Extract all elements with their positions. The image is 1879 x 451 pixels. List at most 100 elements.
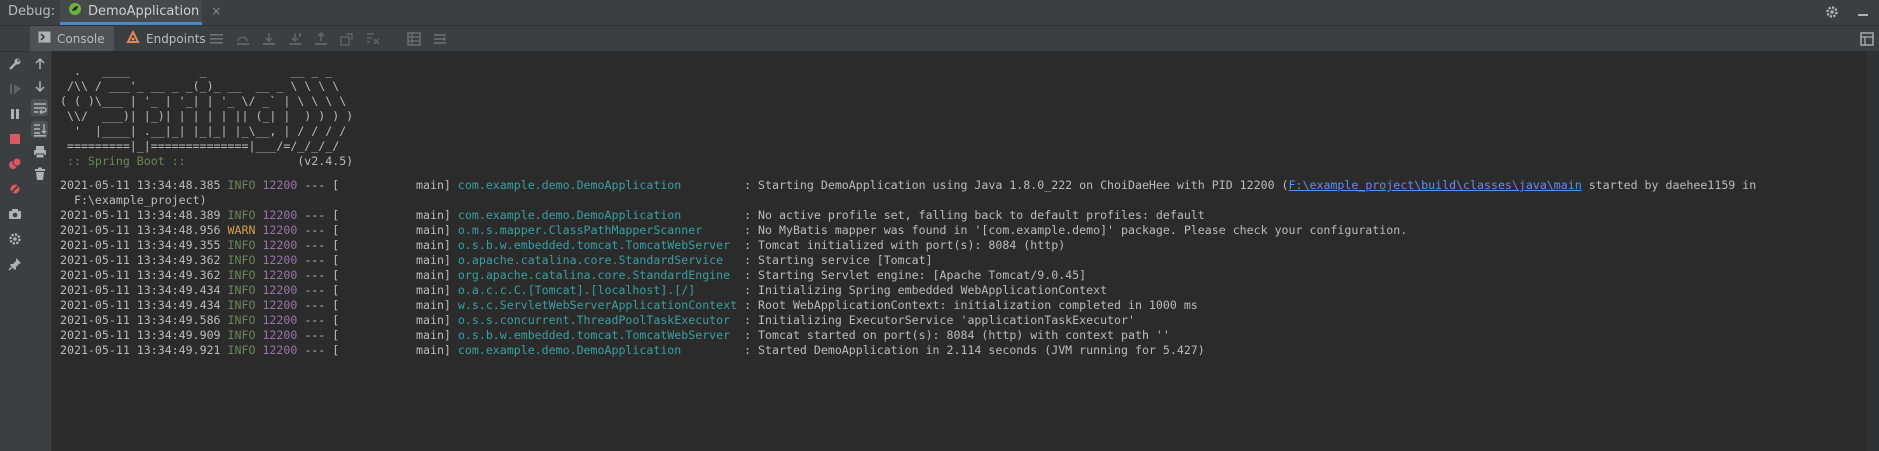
pin-icon[interactable] [6,255,23,272]
tab-endpoints[interactable]: Endpoints [118,26,214,51]
log-timestamp: 2021-05-11 13:34:49.434 [60,298,221,312]
log-timestamp: 2021-05-11 13:34:49.362 [60,253,221,267]
log-timestamp: 2021-05-11 13:34:49.355 [60,238,221,252]
log-timestamp: 2021-05-11 13:34:49.586 [60,313,221,327]
log-pid: 12200 [262,238,298,252]
resume-icon[interactable] [6,80,23,97]
log-logger: o.a.c.c.C.[Tomcat].[localhost].[/] [457,283,738,297]
tab-demo-application[interactable]: DemoApplication × [60,0,221,25]
log-pid: 12200 [262,208,298,222]
spring-boot-label: :: Spring Boot :: [60,154,186,168]
log-pid: 12200 [262,178,298,192]
log-level: INFO [227,178,256,192]
log-line: 2021-05-11 13:34:49.355 INFO 12200 --- [… [60,238,1756,253]
step-out-icon[interactable] [312,30,329,47]
log-level: INFO [227,298,256,312]
log-thread: main] [339,343,458,357]
wrench-icon[interactable] [6,55,23,72]
run-to-cursor-icon[interactable] [364,30,381,47]
down-arrow-icon[interactable] [31,77,48,94]
log-pid: 12200 [262,268,298,282]
log-thread: main] [339,223,458,237]
log-separator: --- [ [297,223,340,237]
minimize-icon[interactable] [1854,3,1871,20]
log-message: : Starting Servlet engine: [Apache Tomca… [737,268,1087,282]
log-timestamp: 2021-05-11 13:34:49.362 [60,268,221,282]
log-message: : Initializing ExecutorService 'applicat… [737,313,1135,327]
layout-icon[interactable] [1858,30,1875,47]
drop-frame-icon[interactable] [338,30,355,47]
log-list: 2021-05-11 13:34:48.385 INFO 12200 --- [… [60,178,1756,358]
log-level: INFO [227,328,256,342]
log-separator: --- [ [297,343,340,357]
print-icon[interactable] [31,143,48,160]
trash-icon[interactable] [31,165,48,182]
log-logger: com.example.demo.DemoApplication [457,343,738,357]
log-message: : No MyBatis mapper was found in '[com.e… [737,223,1408,237]
table-icon[interactable] [405,30,422,47]
log-separator: --- [ [297,253,340,267]
log-thread: main] [339,298,458,312]
log-logger: o.s.b.w.embedded.tomcat.TomcatWebServer [457,328,738,342]
banner-line: ' |____| .__|_| |_|_| |_\__, | / / / / [60,124,347,138]
banner-line: =========|_|==============|___/=/_/_/_/ [60,139,340,153]
tab-console[interactable]: Console [30,26,114,51]
soft-wrap-icon[interactable] [31,99,48,116]
log-line: 2021-05-11 13:34:48.385 INFO 12200 --- [… [60,178,1756,193]
log-logger: o.s.s.concurrent.ThreadPoolTaskExecutor [457,313,738,327]
step-into-icon[interactable] [260,30,277,47]
log-timestamp: 2021-05-11 13:34:49.921 [60,343,221,357]
log-message: : No active profile set, falling back to… [737,208,1205,222]
log-timestamp: 2021-05-11 13:34:49.434 [60,283,221,297]
console-output[interactable]: . ____ _ __ _ _ /\\ / ___'_ __ _ _(_)_ _… [52,51,1879,451]
log-pid: 12200 [262,283,298,297]
log-file-link[interactable]: F:\example_project\build\classes\java\ma… [1289,178,1582,192]
spring-leaf-icon [68,2,82,20]
log-logger: com.example.demo.DemoApplication [457,178,738,192]
log-pid: 12200 [262,328,298,342]
force-step-into-icon[interactable] [286,30,303,47]
console-icon [38,31,51,46]
log-line: 2021-05-11 13:34:49.434 INFO 12200 --- [… [60,283,1756,298]
vertical-scrollbar[interactable] [1866,51,1879,451]
log-line: F:\example_project) [60,193,1756,208]
debug-left-toolbar [0,26,30,451]
pause-icon[interactable] [6,105,23,122]
camera-icon[interactable] [6,205,23,222]
mute-breakpoints-icon[interactable] [6,180,23,197]
log-line: 2021-05-11 13:34:49.921 INFO 12200 --- [… [60,343,1756,358]
menu-icon[interactable] [208,30,225,47]
log-separator: --- [ [297,313,340,327]
log-thread: main] [339,253,458,267]
gear-icon[interactable] [1823,3,1840,20]
settings-icon[interactable] [6,230,23,247]
stop-icon[interactable] [6,130,23,147]
evaluate-icon[interactable] [431,30,448,47]
banner-line: /\\ / ___'_ __ _ _(_)_ __ __ _ \ \ \ \ [60,79,340,93]
log-message-tail: started by daehee1159 in [1581,178,1757,192]
log-level: INFO [227,268,256,282]
log-logger: w.s.c.ServletWebServerApplicationContext [457,298,738,312]
close-icon[interactable]: × [211,4,221,18]
log-line: 2021-05-11 13:34:49.909 INFO 12200 --- [… [60,328,1756,343]
log-line: 2021-05-11 13:34:49.434 INFO 12200 --- [… [60,298,1756,313]
log-continuation: F:\example_project) [60,193,207,207]
log-thread: main] [339,238,458,252]
console-tab-label: Console [57,31,105,46]
log-separator: --- [ [297,238,340,252]
log-pid: 12200 [262,343,298,357]
scroll-to-end-icon[interactable] [31,121,48,138]
spring-boot-banner: . ____ _ __ _ _ /\\ / ___'_ __ _ _(_)_ _… [60,64,353,169]
log-message: : Initializing Spring embedded WebApplic… [737,283,1108,297]
log-message: : Started DemoApplication in 2.114 secon… [737,343,1205,357]
up-arrow-icon[interactable] [31,55,48,72]
breakpoints-icon[interactable] [6,155,23,172]
log-pid: 12200 [262,313,298,327]
log-level: INFO [227,313,256,327]
log-message: : Starting DemoApplication using Java 1.… [737,178,1289,192]
log-logger: o.m.s.mapper.ClassPathMapperScanner [457,223,738,237]
log-level: INFO [227,283,256,297]
step-over-icon[interactable] [234,30,251,47]
log-line: 2021-05-11 13:34:49.362 INFO 12200 --- [… [60,253,1756,268]
debug-toolbar: Console Endpoints [0,26,1879,52]
